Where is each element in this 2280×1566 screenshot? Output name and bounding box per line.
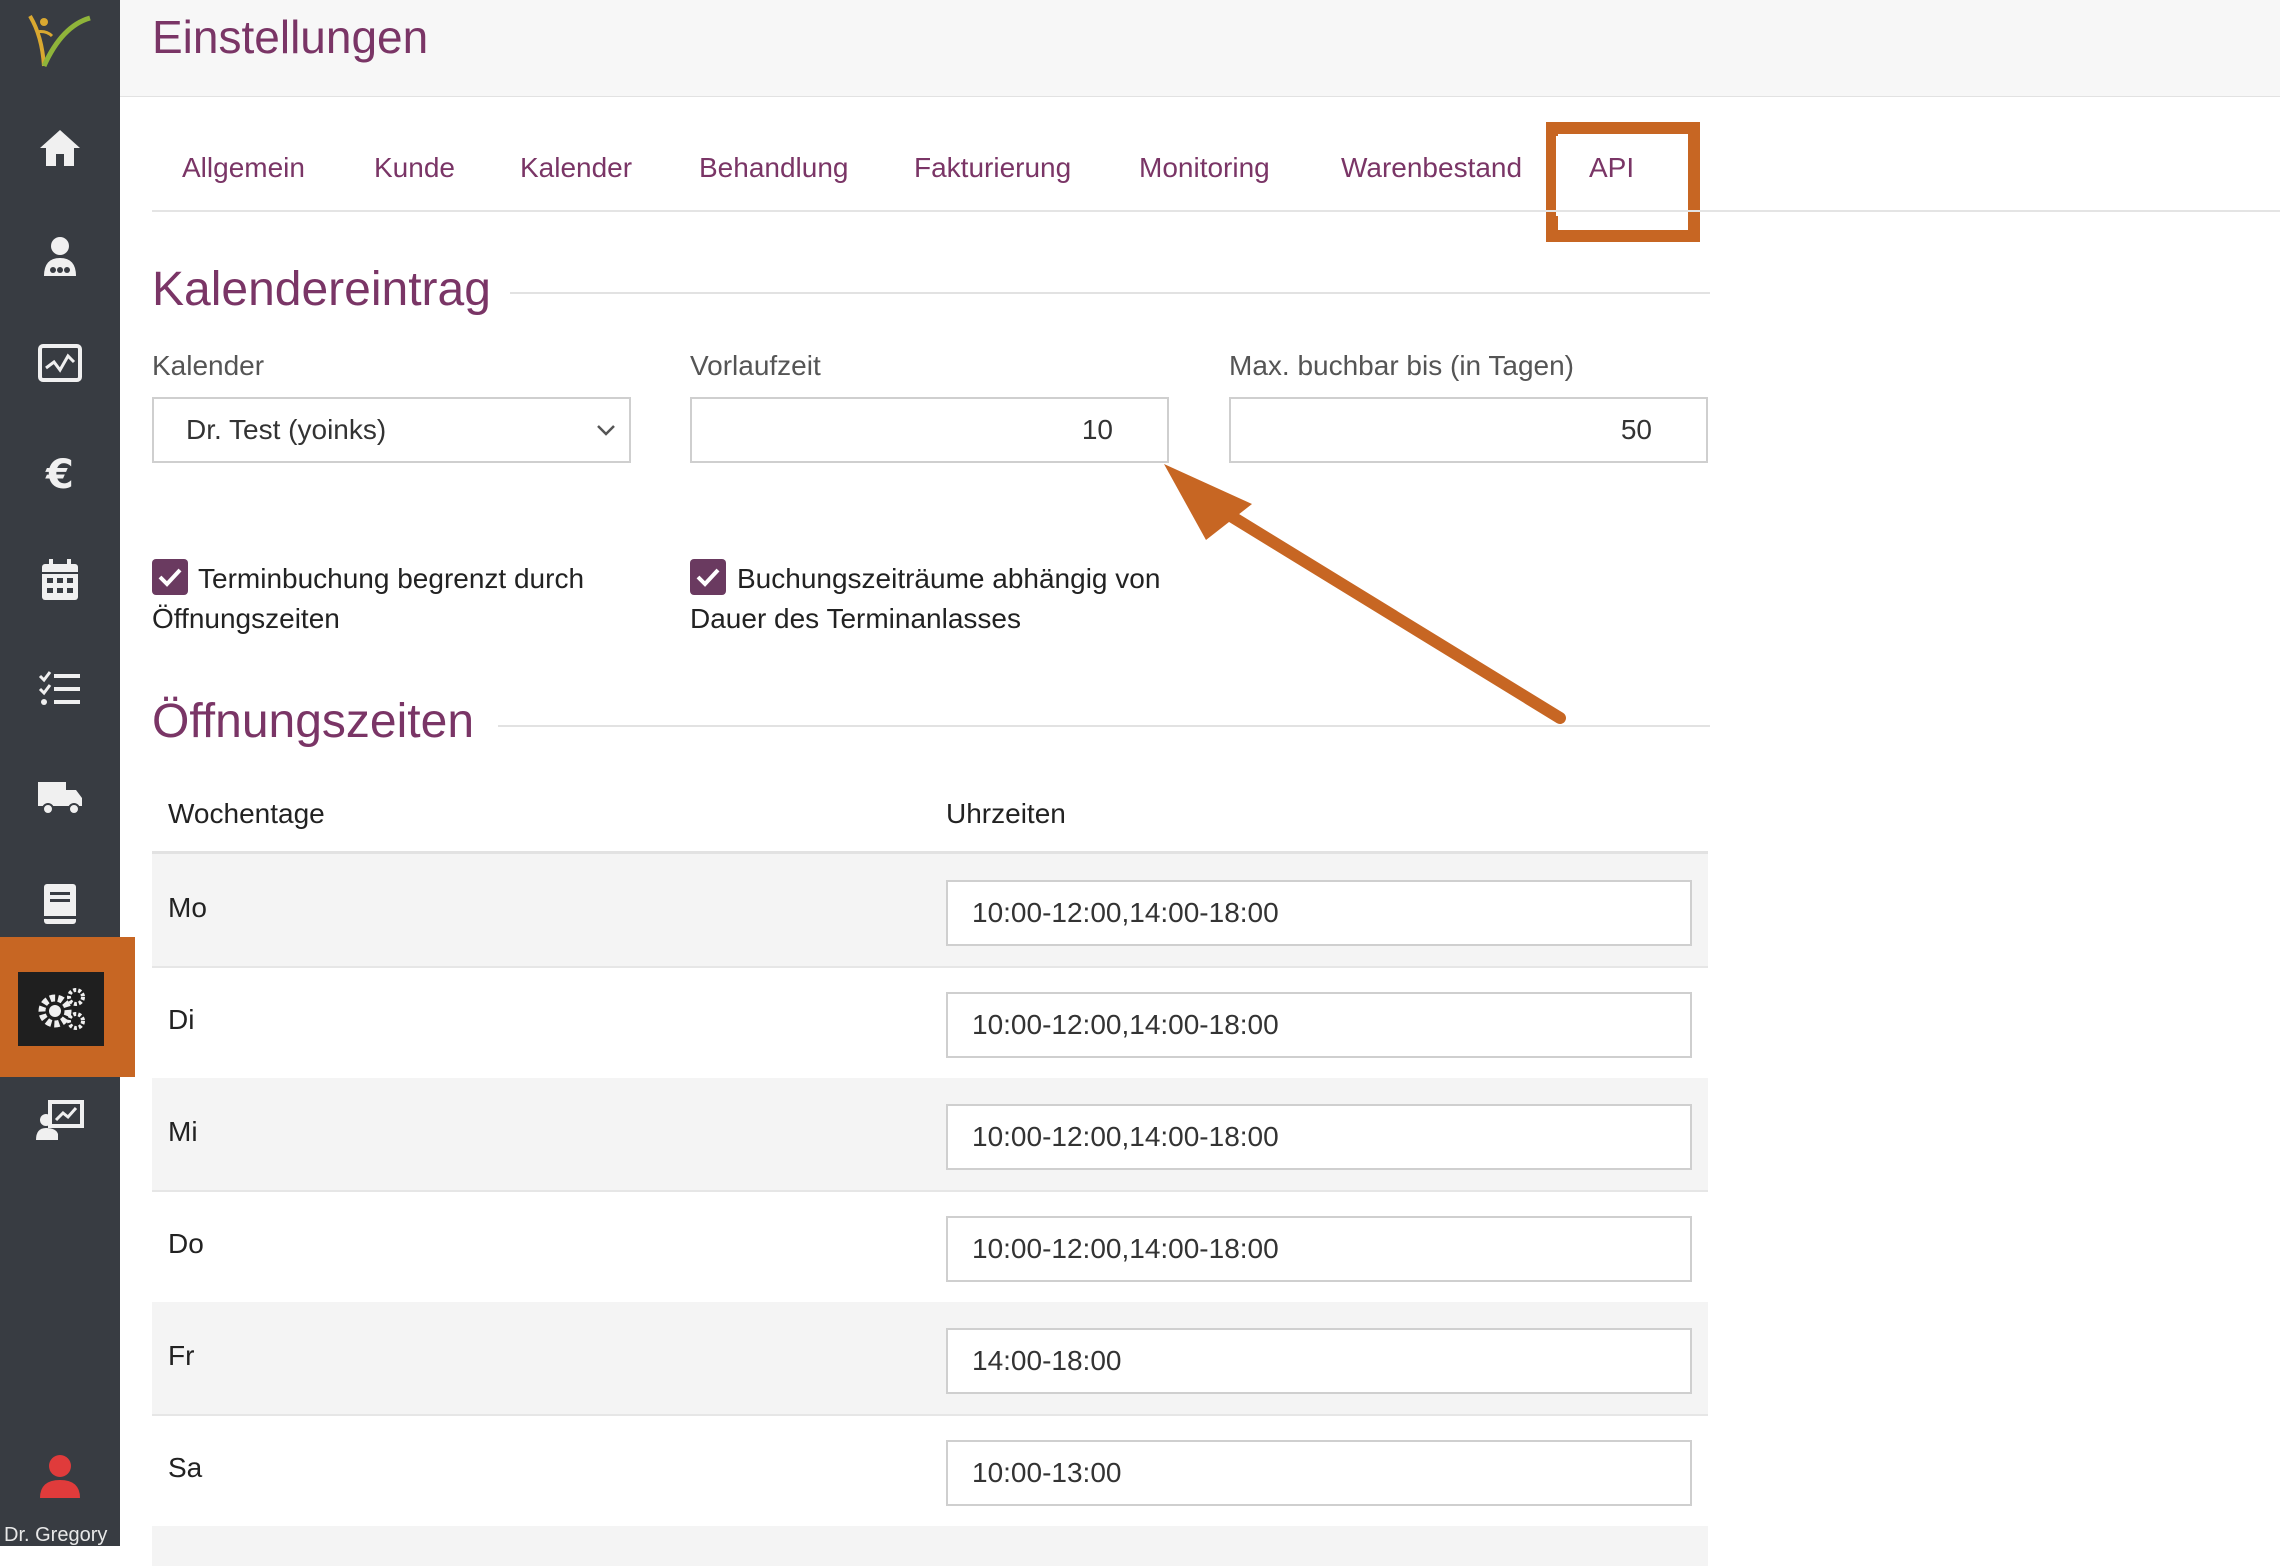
table-row: Do 10:00-12:00,14:00-18:00 — [152, 1190, 1708, 1304]
kalender-select[interactable]: Dr. Test (yoinks) — [152, 397, 631, 463]
nav-tasks[interactable] — [0, 634, 120, 742]
kalender-label: Kalender — [152, 350, 265, 381]
nav-doctors[interactable] — [0, 202, 120, 310]
tab-allgemein[interactable]: Allgemein — [182, 152, 305, 184]
day-label: Do — [168, 1228, 204, 1259]
table-row: Mi 10:00-12:00,14:00-18:00 — [152, 1078, 1708, 1192]
nav-billing[interactable]: € — [0, 418, 120, 526]
time-input[interactable]: 10:00-13:00 — [946, 1440, 1692, 1506]
nav-home[interactable] — [0, 94, 120, 202]
table-row: Di 10:00-12:00,14:00-18:00 — [152, 966, 1708, 1080]
annotation-arrow — [1164, 464, 1566, 724]
table-row: Mo 10:00-12:00,14:00-18:00 — [152, 854, 1708, 968]
truck-icon — [38, 782, 82, 815]
nav-delivery[interactable] — [0, 742, 120, 850]
checkbox-terminbuchung-label-line2: Öffnungszeiten — [152, 603, 340, 634]
book-icon — [44, 884, 76, 924]
max-booking-label: Max. buchbar bis (in Tagen) — [1229, 350, 1574, 381]
calendar-icon — [42, 559, 78, 600]
nav-presentation[interactable] — [0, 1066, 120, 1174]
checkbox-terminbuchung-label: Terminbuchung begrenzt durch — [198, 563, 585, 594]
tab-monitoring[interactable]: Monitoring — [1139, 152, 1270, 184]
time-input[interactable]: 10:00-12:00,14:00-18:00 — [946, 1216, 1692, 1282]
tab-fakturierung[interactable]: Fakturierung — [914, 152, 1071, 184]
day-label: Di — [168, 1004, 195, 1035]
time-input[interactable]: 10:00-12:00,14:00-18:00 — [946, 880, 1692, 946]
column-header-times: Uhrzeiten — [946, 798, 1066, 829]
day-label: Mo — [168, 892, 207, 923]
euro-icon: € — [45, 452, 74, 496]
settings-gears-icon — [38, 988, 85, 1030]
tab-kunde[interactable]: Kunde — [374, 152, 455, 184]
day-label: Fr — [168, 1340, 195, 1371]
vorlaufzeit-input[interactable]: 10 — [690, 397, 1169, 463]
time-input[interactable]: 14:00-18:00 — [946, 1328, 1692, 1394]
checkmark-icon — [696, 568, 720, 587]
day-label: Sa — [168, 1452, 203, 1483]
presentation-icon — [36, 1100, 84, 1140]
nav-monitoring[interactable] — [0, 310, 120, 418]
monitor-chart-icon — [38, 344, 82, 382]
user-name: Dr. Gregory — [4, 1524, 108, 1546]
vorlaufzeit-value: 10 — [1081, 414, 1113, 445]
vorlaufzeit-label: Vorlaufzeit — [690, 350, 821, 381]
day-label: Mi — [168, 1116, 198, 1147]
kalender-select-value: Dr. Test (yoinks) — [186, 414, 387, 445]
column-header-days: Wochentage — [168, 798, 325, 829]
max-booking-value: 50 — [1620, 414, 1652, 445]
logo[interactable] — [22, 6, 98, 76]
home-icon — [40, 130, 80, 166]
svg-text:€: € — [45, 452, 74, 496]
doctor-icon — [44, 237, 76, 276]
checkbox-buchungszeitraeume-label: Buchungszeiträume abhängig von — [737, 563, 1161, 594]
chevron-down-icon — [597, 425, 615, 436]
section-title-kalendereintrag: Kalendereintrag — [152, 263, 491, 316]
checkbox-buchungszeitraeume-label-line2: Dauer des Terminanlasses — [690, 603, 1021, 634]
nav-calendar[interactable] — [0, 526, 120, 634]
time-input[interactable]: 10:00-12:00,14:00-18:00 — [946, 1104, 1692, 1170]
tab-behandlung[interactable]: Behandlung — [699, 152, 848, 184]
time-input[interactable]: 10:00-12:00,14:00-18:00 — [946, 992, 1692, 1058]
page-title: Einstellungen — [152, 11, 429, 63]
checkbox-buchungszeitraeume[interactable] — [690, 559, 726, 595]
checkmark-icon — [158, 568, 182, 587]
page-header: Einstellungen — [120, 0, 2280, 97]
tab-warenbestand[interactable]: Warenbestand — [1341, 152, 1522, 184]
user-icon — [40, 1455, 80, 1498]
table-row: Fr 14:00-18:00 — [152, 1302, 1708, 1416]
table-row: Sa 10:00-13:00 — [152, 1414, 1708, 1528]
nav-settings[interactable] — [18, 972, 104, 1046]
task-list-icon — [38, 671, 80, 705]
section-title-oeffnungszeiten: Öffnungszeiten — [152, 695, 475, 748]
tab-api[interactable]: API — [1589, 152, 1634, 184]
section-divider — [510, 292, 1710, 294]
checkbox-terminbuchung[interactable] — [152, 559, 188, 595]
tab-kalender[interactable]: Kalender — [520, 152, 632, 184]
table-row — [152, 1526, 1708, 1566]
logo-icon — [28, 14, 91, 68]
settings-tabs: Allgemein Kunde Kalender Behandlung Fakt… — [152, 140, 2280, 212]
